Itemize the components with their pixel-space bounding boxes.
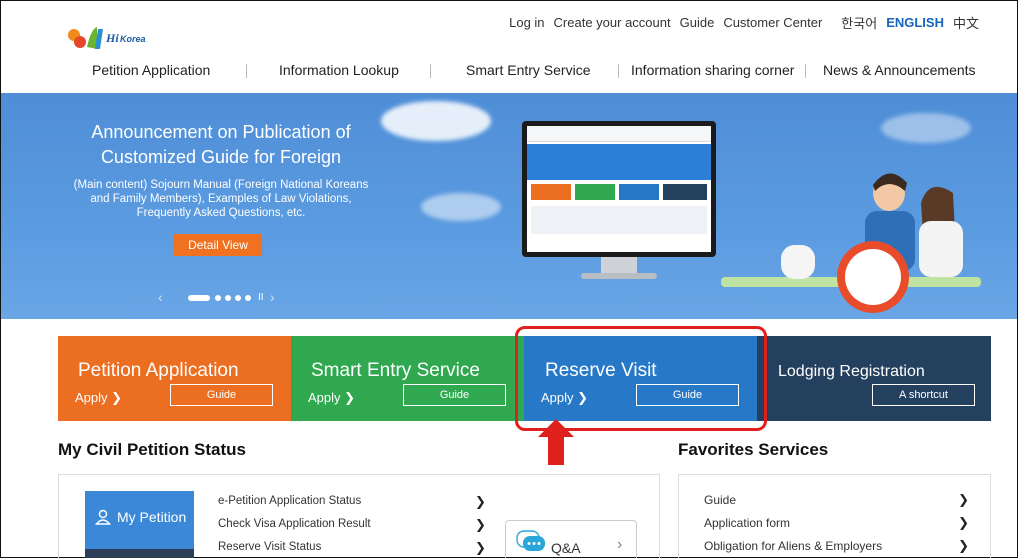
favorite-item-label: Obligation for Aliens & Employers xyxy=(704,539,883,553)
monitor-screen xyxy=(527,126,711,252)
tile-lodging-registration[interactable]: Lodging Registration A shortcut xyxy=(757,336,991,421)
status-item-e-petition[interactable]: e-Petition Application Status ❯ xyxy=(218,494,488,518)
highlight-annotation xyxy=(515,326,767,431)
carousel-dot[interactable] xyxy=(245,295,251,301)
top-links: Log in Create your account Guide Custome… xyxy=(509,13,979,32)
cloud-decoration xyxy=(421,193,501,221)
guide-button[interactable]: Guide xyxy=(403,384,506,406)
alarm-clock-illustration xyxy=(837,241,909,313)
lang-chinese[interactable]: 中文 xyxy=(953,13,979,32)
tile-petition-application[interactable]: Petition Application Apply ❯ Guide xyxy=(58,336,291,421)
qa-label: Q&A xyxy=(551,540,581,556)
tile-title: Petition Application xyxy=(78,360,239,381)
nav-divider xyxy=(618,64,619,78)
carousel-dot[interactable] xyxy=(225,295,231,301)
favorite-item-label: Guide xyxy=(704,493,737,507)
my-petition-button[interactable]: My Petition xyxy=(85,491,194,549)
shortcut-button[interactable]: A shortcut xyxy=(872,384,975,406)
status-item-label: Check Visa Application Result xyxy=(218,518,371,530)
cloud-decoration xyxy=(881,113,971,143)
favorite-item-obligation[interactable]: Obligation for Aliens & Employers ❯ xyxy=(704,538,969,558)
header: Hi Korea Log in Create your account Guid… xyxy=(1,1,1017,93)
nav-smart-entry-service[interactable]: Smart Entry Service xyxy=(466,62,590,78)
apply-link[interactable]: Apply ❯ xyxy=(75,390,122,406)
nav-divider xyxy=(246,64,247,78)
nav-divider xyxy=(805,64,806,78)
civil-status-title: My Civil Petition Status xyxy=(58,440,246,459)
chevron-right-icon: ❯ xyxy=(958,492,969,507)
tile-smart-entry-service[interactable]: Smart Entry Service Apply ❯ Guide xyxy=(291,336,524,421)
chevron-right-icon: ❯ xyxy=(958,515,969,530)
main-nav: Petition Application Information Lookup … xyxy=(1,59,1017,83)
carousel-dot[interactable] xyxy=(235,295,241,301)
qa-button[interactable]: Q&A › xyxy=(505,520,637,558)
hero-banner: Announcement on Publication of Customize… xyxy=(1,93,1017,319)
nav-petition-application[interactable]: Petition Application xyxy=(92,62,210,78)
svg-text:Korea: Korea xyxy=(120,34,146,44)
carousel-pause-icon[interactable]: II xyxy=(258,292,264,303)
up-arrow-icon xyxy=(538,419,574,465)
lang-english[interactable]: ENGLISH xyxy=(886,15,944,30)
monitor-illustration xyxy=(522,121,716,257)
chevron-right-icon: ❯ xyxy=(475,540,486,555)
hero-title: Announcement on Publication of Customize… xyxy=(91,122,351,167)
guide-link[interactable]: Guide xyxy=(680,15,715,30)
carousel-controls: ‹ II › xyxy=(158,289,288,305)
favorites-title: Favorites Services xyxy=(678,440,829,459)
chat-bubble-icon xyxy=(516,530,545,551)
tile-title: Lodging Registration xyxy=(778,363,925,380)
hero-description: (Main content) Sojourn Manual (Foreign N… xyxy=(73,179,369,219)
nav-information-lookup[interactable]: Information Lookup xyxy=(279,62,399,78)
robot-illustration xyxy=(781,245,815,279)
favorite-item-guide[interactable]: Guide ❯ xyxy=(704,492,969,516)
status-item-visa-result[interactable]: Check Visa Application Result ❯ xyxy=(218,517,488,541)
nav-divider xyxy=(430,64,431,78)
svg-text:Hi: Hi xyxy=(105,31,119,45)
favorites-list: Guide ❯ Application form ❯ Obligation fo… xyxy=(704,492,969,558)
chevron-right-icon: ❯ xyxy=(475,517,486,532)
monitor-base xyxy=(581,273,657,279)
status-item-reserve-visit[interactable]: Reserve Visit Status ❯ xyxy=(218,540,488,558)
customer-center-link[interactable]: Customer Center xyxy=(723,15,822,30)
lang-korean[interactable]: 한국어 xyxy=(841,13,877,32)
favorite-item-application-form[interactable]: Application form ❯ xyxy=(704,515,969,539)
status-item-label: Reserve Visit Status xyxy=(218,541,322,553)
create-account-link[interactable]: Create your account xyxy=(554,15,671,30)
favorite-item-label: Application form xyxy=(704,516,791,530)
tile-title: Smart Entry Service xyxy=(311,360,480,381)
carousel-dot[interactable] xyxy=(215,295,221,301)
apply-link[interactable]: Apply ❯ xyxy=(308,390,355,406)
nav-news-announcements[interactable]: News & Announcements xyxy=(823,62,976,78)
carousel-next-icon[interactable]: › xyxy=(270,289,275,305)
status-item-label: e-Petition Application Status xyxy=(218,495,362,507)
cloud-decoration xyxy=(381,101,491,141)
chevron-right-icon: ❯ xyxy=(958,538,969,553)
guide-button[interactable]: Guide xyxy=(170,384,273,406)
civil-status-list: e-Petition Application Status ❯ Check Vi… xyxy=(218,494,488,558)
nav-information-sharing[interactable]: Information sharing corner xyxy=(631,62,794,78)
login-link[interactable]: Log in xyxy=(509,15,544,30)
chevron-right-icon: ❯ xyxy=(475,494,486,509)
hikorea-logo[interactable]: Hi Korea xyxy=(67,23,167,53)
my-petition-secondary[interactable] xyxy=(85,549,194,558)
my-petition-label: My Petition xyxy=(117,509,187,525)
chevron-right-icon: › xyxy=(617,536,623,553)
user-icon xyxy=(95,509,111,525)
carousel-prev-icon[interactable]: ‹ xyxy=(158,289,163,305)
detail-view-button[interactable]: Detail View xyxy=(174,234,262,256)
carousel-indicator-active[interactable] xyxy=(188,295,210,301)
